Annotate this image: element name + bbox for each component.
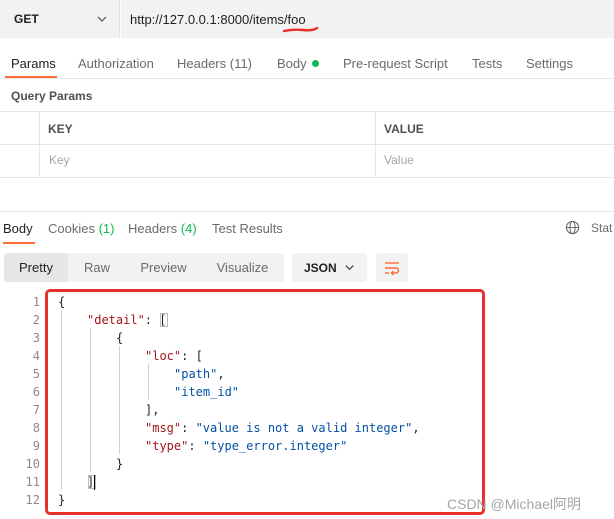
table-border-top bbox=[0, 111, 614, 112]
tab-headers-label: Headers bbox=[177, 56, 227, 71]
key-column-header: KEY bbox=[48, 122, 73, 136]
url-text: http://127.0.0.1:8000/items/foo bbox=[130, 12, 306, 27]
request-url-bar: GET http://127.0.0.1:8000/items/foo bbox=[0, 0, 614, 40]
red-box-annotation bbox=[45, 289, 485, 515]
url-input[interactable]: http://127.0.0.1:8000/items/foo bbox=[121, 0, 614, 38]
tab-response-headers-label: Headers bbox=[128, 221, 178, 236]
language-select[interactable]: JSON bbox=[292, 253, 367, 282]
line-number: 12 bbox=[25, 493, 40, 507]
response-divider bbox=[0, 211, 614, 212]
tab-settings[interactable]: Settings bbox=[526, 56, 573, 71]
key-input[interactable]: Key bbox=[49, 153, 70, 167]
tab-tests[interactable]: Tests bbox=[472, 56, 502, 71]
tab-response-headers[interactable]: Headers (4) bbox=[128, 221, 197, 236]
tab-body[interactable]: Body bbox=[277, 56, 319, 71]
tab-response-body[interactable]: Body bbox=[3, 221, 33, 236]
raw-button[interactable]: Raw bbox=[68, 253, 126, 282]
line-number: 7 bbox=[32, 403, 40, 417]
preview-button[interactable]: Preview bbox=[126, 253, 201, 282]
line-number: 6 bbox=[32, 385, 40, 399]
response-tabs: Body Cookies (1) Headers (4) Test Result… bbox=[0, 218, 614, 246]
query-params-table: KEY VALUE Key Value bbox=[0, 111, 614, 178]
watermark: CSDN @Michael阿明 bbox=[447, 496, 582, 512]
table-col-divider bbox=[39, 111, 40, 177]
tab-cookies-label: Cookies bbox=[48, 221, 95, 236]
globe-icon[interactable] bbox=[565, 220, 580, 235]
line-number: 5 bbox=[32, 367, 40, 381]
value-column-header: VALUE bbox=[384, 122, 424, 136]
tab-headers-count: (11) bbox=[229, 56, 252, 71]
line-number: 8 bbox=[32, 421, 40, 435]
chevron-down-icon bbox=[97, 16, 107, 22]
tab-params[interactable]: Params bbox=[11, 56, 56, 71]
table-col-divider bbox=[375, 111, 376, 177]
red-underline-annotation bbox=[283, 26, 319, 33]
tab-authorization[interactable]: Authorization bbox=[78, 56, 154, 71]
wrap-lines-icon bbox=[385, 262, 400, 276]
status-label: Stat bbox=[591, 221, 613, 235]
active-response-tab-indicator bbox=[3, 242, 35, 244]
tab-body-label: Body bbox=[277, 56, 307, 71]
table-row-divider bbox=[0, 144, 614, 145]
line-number: 9 bbox=[32, 439, 40, 453]
wrap-lines-button[interactable] bbox=[376, 253, 408, 282]
view-mode-segmented: Pretty Raw Preview Visualize bbox=[4, 253, 284, 282]
table-border-bottom bbox=[0, 177, 614, 178]
divider bbox=[0, 78, 614, 79]
value-input[interactable]: Value bbox=[384, 153, 414, 167]
line-number: 11 bbox=[25, 475, 40, 489]
query-params-title: Query Params bbox=[11, 89, 93, 103]
pretty-button[interactable]: Pretty bbox=[4, 253, 68, 282]
line-number: 3 bbox=[32, 331, 40, 345]
line-number: 10 bbox=[25, 457, 40, 471]
line-number: 1 bbox=[32, 295, 40, 309]
line-number: 2 bbox=[32, 313, 40, 327]
tab-headers[interactable]: Headers (11) bbox=[177, 56, 252, 71]
status-dot-icon bbox=[311, 60, 319, 67]
tab-prerequest-script[interactable]: Pre-request Script bbox=[343, 56, 448, 71]
chevron-down-icon bbox=[345, 265, 354, 271]
line-number: 4 bbox=[32, 349, 40, 363]
tab-cookies[interactable]: Cookies (1) bbox=[48, 221, 114, 236]
tab-test-results[interactable]: Test Results bbox=[212, 221, 283, 236]
visualize-button[interactable]: Visualize bbox=[201, 253, 284, 282]
method-label: GET bbox=[14, 12, 39, 26]
language-label: JSON bbox=[304, 261, 337, 275]
method-select[interactable]: GET bbox=[0, 0, 120, 38]
tab-response-headers-count: (4) bbox=[180, 221, 197, 236]
tab-cookies-count: (1) bbox=[98, 221, 115, 236]
